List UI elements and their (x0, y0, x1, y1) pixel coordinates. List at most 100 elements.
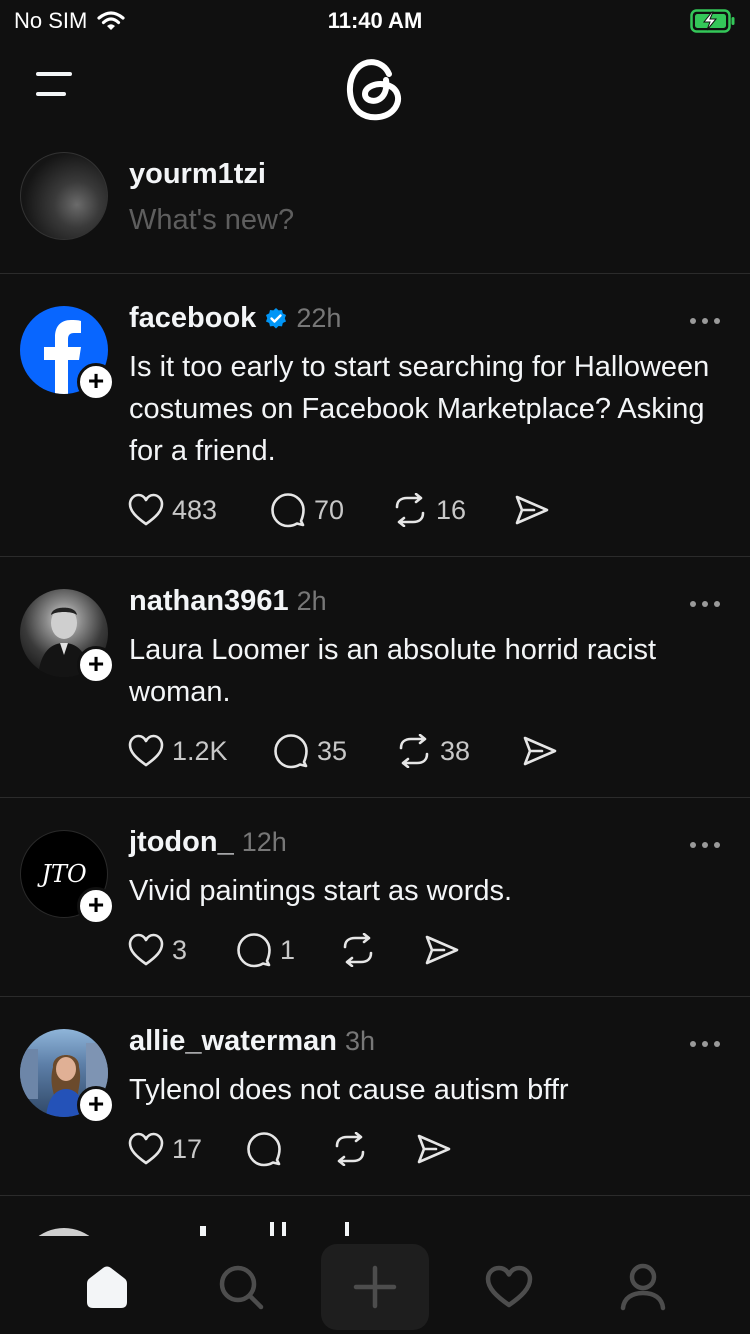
repost-icon (395, 493, 425, 527)
battery-charging-icon (690, 9, 735, 33)
post-time: 22h (296, 303, 342, 333)
repost-icon (399, 734, 429, 768)
follow-button[interactable]: + (77, 1086, 115, 1124)
tab-home[interactable] (53, 1244, 161, 1330)
like-button[interactable]: 17 (128, 1132, 246, 1166)
like-count: 3 (172, 934, 188, 965)
feed-post[interactable]: + facebook 22h Is it too early to start … (0, 274, 750, 557)
post-header: nathan3961 2h (129, 585, 327, 618)
composer-placeholder[interactable]: What's new? (129, 204, 294, 237)
post-actions: 3 1 (128, 932, 460, 968)
post-actions: 17 (128, 1131, 452, 1167)
repost-button[interactable] (340, 933, 424, 967)
tab-create[interactable] (321, 1244, 429, 1330)
post-avatar (20, 1228, 108, 1236)
more-options-button[interactable] (690, 1041, 720, 1047)
monogram-logo: JTO (41, 860, 87, 888)
follow-button[interactable]: + (77, 887, 115, 925)
repost-count: 16 (436, 494, 467, 525)
share-button[interactable] (514, 494, 550, 526)
heart-icon (128, 933, 164, 966)
repost-button[interactable]: 38 (396, 734, 522, 768)
status-time: 11:40 AM (327, 8, 423, 33)
comment-icon (271, 493, 305, 528)
heart-icon (128, 1132, 164, 1165)
threads-logo[interactable] (343, 52, 407, 124)
repost-icon (335, 1132, 365, 1166)
repost-button[interactable]: 16 (392, 493, 514, 527)
like-button[interactable]: 3 (128, 933, 236, 967)
post-text: Is it too early to start searching for H… (129, 351, 710, 467)
plus-icon (353, 1265, 397, 1309)
follow-button[interactable]: + (77, 646, 115, 684)
new-post-composer[interactable]: yourm1tzi What's new? (0, 134, 750, 274)
reply-button[interactable]: 1 (236, 932, 340, 968)
share-button[interactable] (416, 1133, 452, 1165)
heart-icon (128, 734, 164, 767)
post-time: 12h (241, 827, 287, 857)
like-count: 1.2K (172, 735, 228, 766)
repost-icon (343, 933, 373, 967)
reply-button[interactable]: 35 (273, 733, 396, 769)
follow-button[interactable]: + (77, 363, 115, 401)
post-time: 2h (296, 586, 327, 616)
feed-post[interactable]: JTO + jtodon_ 12h Vivid paintings start … (0, 798, 750, 997)
tab-activity[interactable] (455, 1244, 563, 1330)
my-avatar[interactable] (20, 152, 108, 240)
app-header (0, 44, 750, 134)
share-icon (523, 736, 557, 766)
verified-badge-icon (266, 307, 287, 328)
activity-heart-icon (485, 1265, 533, 1308)
post-username[interactable]: allie_waterman (129, 1025, 337, 1058)
reply-button[interactable] (246, 1131, 332, 1167)
like-count: 483 (172, 494, 218, 525)
share-button[interactable] (522, 735, 558, 767)
like-button[interactable]: 483 (128, 493, 270, 527)
share-button[interactable] (424, 934, 460, 966)
post-username[interactable]: nathan3961 (129, 585, 289, 618)
status-bar: No SIM 11:40 AM (0, 0, 750, 44)
more-options-button[interactable] (690, 318, 720, 324)
reply-button[interactable]: 70 (270, 492, 392, 528)
more-options-button[interactable] (690, 842, 720, 848)
menu-button[interactable] (36, 70, 76, 100)
post-text: Vivid paintings start as words. (129, 875, 513, 907)
home-icon (87, 1266, 127, 1308)
more-options-button[interactable] (690, 601, 720, 607)
menu-icon-bar (36, 92, 66, 96)
feed-post[interactable]: + nathan3961 2h Laura Loomer is an absol… (0, 557, 750, 798)
reply-count: 70 (314, 494, 345, 525)
post-actions: 483 70 16 (128, 492, 550, 528)
post-text: Laura Loomer is an absolute horrid racis… (129, 634, 657, 708)
tab-search[interactable] (187, 1244, 295, 1330)
post-time: 3h (344, 1026, 375, 1056)
comment-icon (237, 933, 271, 968)
reply-count: 1 (280, 934, 296, 965)
post-text: Tylenol does not cause autism bffr (129, 1074, 569, 1106)
heart-icon (128, 493, 164, 526)
share-icon (425, 935, 459, 965)
like-count: 17 (172, 1133, 203, 1164)
tab-profile[interactable] (589, 1244, 697, 1330)
share-icon (515, 495, 549, 525)
composer-username: yourm1tzi (129, 158, 266, 190)
profile-icon (620, 1263, 666, 1311)
post-username[interactable]: jtodon_ (129, 826, 234, 859)
post-username[interactable]: facebook (129, 302, 256, 335)
next-post-partial (0, 1196, 750, 1236)
bottom-tab-bar (0, 1236, 750, 1334)
post-actions: 1.2K 35 38 (128, 733, 558, 769)
post-header: allie_waterman 3h (129, 1025, 375, 1058)
repost-button[interactable] (332, 1132, 416, 1166)
feed-post[interactable]: + allie_waterman 3h Tylenol does not cau… (0, 997, 750, 1196)
comment-icon (274, 734, 308, 769)
comment-icon (247, 1132, 281, 1167)
post-header: facebook 22h (129, 302, 341, 335)
search-icon (219, 1265, 264, 1310)
post-header: jtodon_ 12h (129, 826, 287, 859)
reply-count: 35 (317, 735, 348, 766)
like-button[interactable]: 1.2K (128, 734, 273, 768)
menu-icon-bar (36, 72, 72, 76)
repost-count: 38 (440, 735, 471, 766)
share-icon (417, 1134, 451, 1164)
